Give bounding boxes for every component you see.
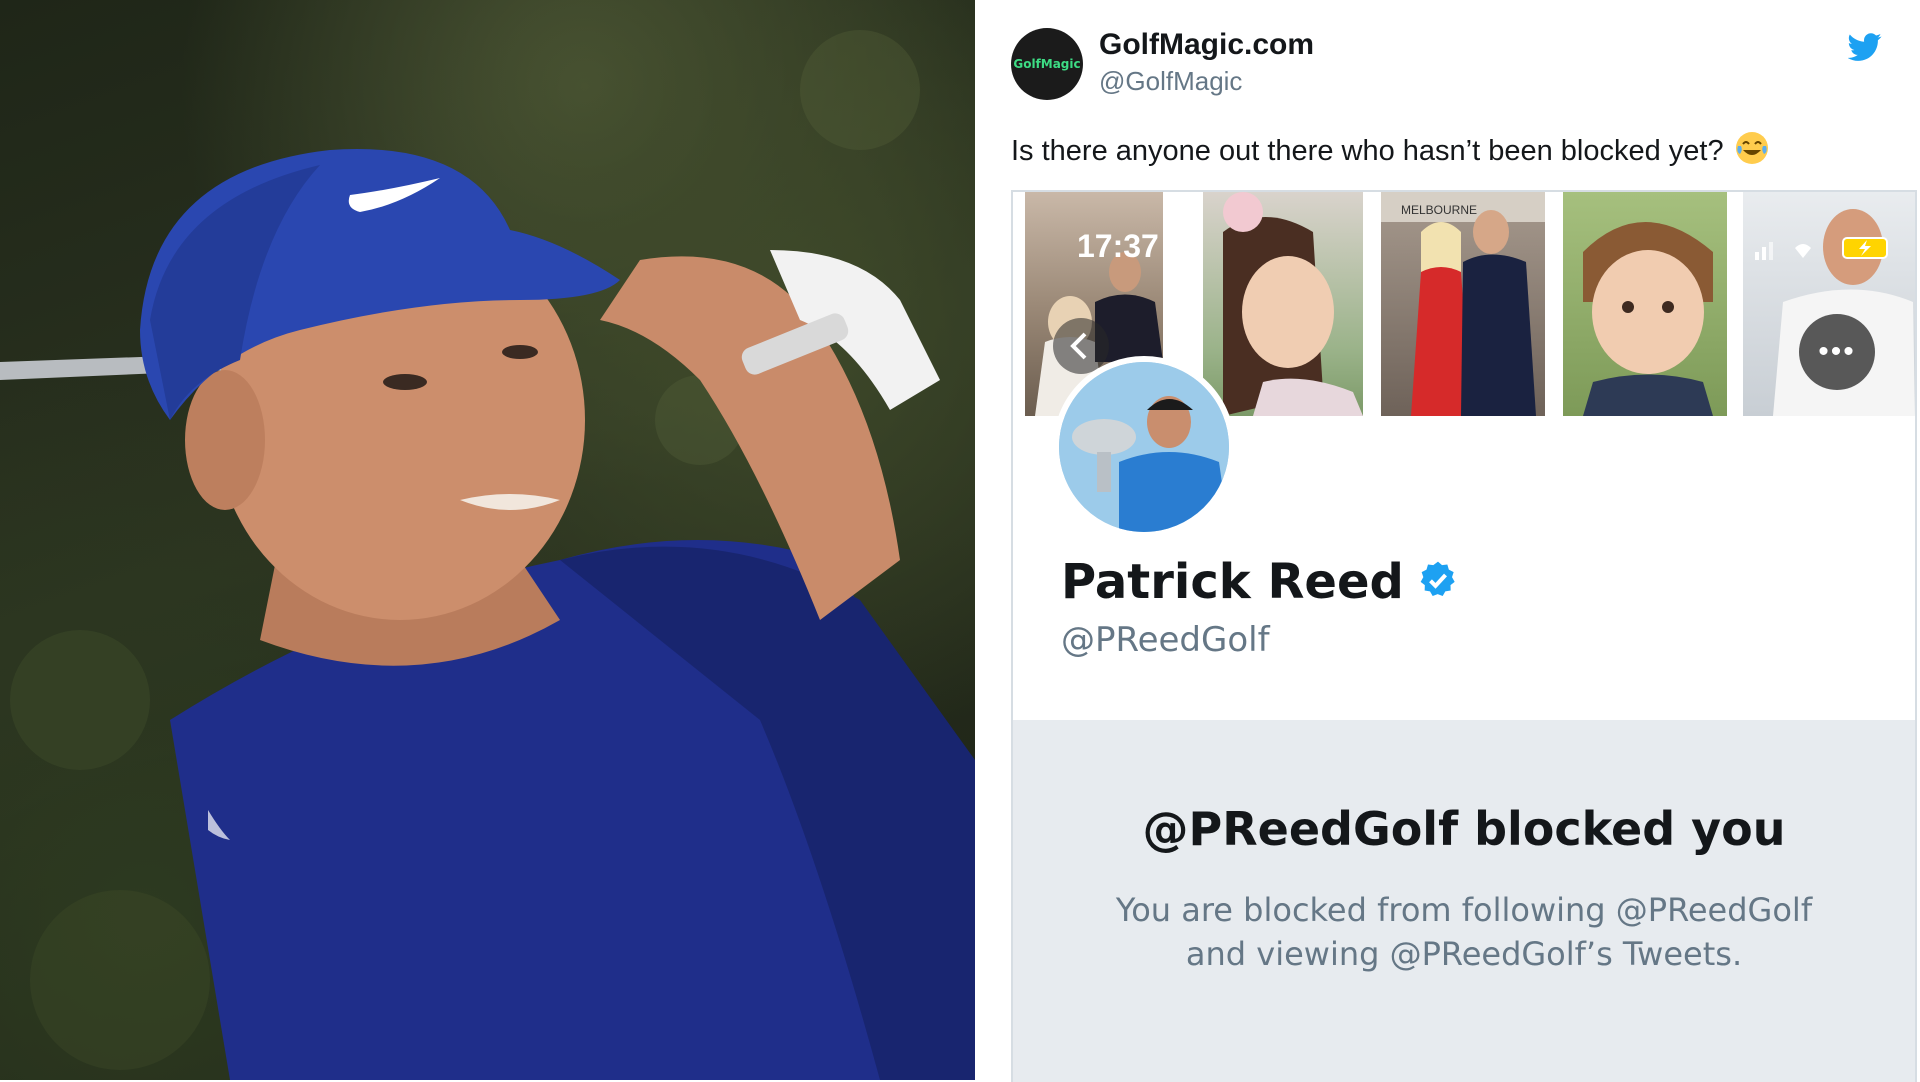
status-bar-time: 17:37	[1077, 228, 1159, 264]
blocked-title: @PReedGolf blocked you	[1142, 802, 1786, 856]
author-name[interactable]: GolfMagic.com	[1099, 28, 1314, 62]
header-photo-3-art: MELBOURNE	[1381, 192, 1545, 416]
header-photo-4-art	[1583, 222, 1713, 416]
blocked-description-line-1: You are blocked from following @PReedGol…	[1115, 891, 1813, 929]
profile-avatar[interactable]	[1053, 356, 1235, 538]
profile-handle: @PReedGolf	[1061, 620, 1270, 660]
status-bar-icons	[1755, 237, 1888, 260]
embedded-profile-screenshot: MELBOURNE 17:37 ••• Patrick Reed @PReedG…	[1011, 190, 1917, 1082]
profile-name: Patrick Reed	[1061, 554, 1404, 610]
verified-badge-icon	[1420, 561, 1455, 596]
tears-of-joy-emoji-icon	[1735, 132, 1768, 164]
header-photo-3: MELBOURNE	[1381, 192, 1545, 416]
tweet-text: Is there anyone out there who hasn’t bee…	[1011, 130, 1770, 168]
author-avatar[interactable]: GolfMagic	[1011, 28, 1083, 100]
twitter-bird-icon[interactable]	[1848, 30, 1882, 64]
header-photo-2-art	[1223, 192, 1363, 416]
melbourne-sign-text: MELBOURNE	[1401, 203, 1477, 217]
more-options-button[interactable]: •••	[1799, 314, 1875, 390]
tweet-text-body: Is there anyone out there who hasn’t bee…	[1011, 135, 1724, 167]
blocked-description: You are blocked from following @PReedGol…	[1073, 888, 1855, 976]
author-handle[interactable]: @GolfMagic	[1099, 66, 1242, 97]
profile-avatar-art	[1059, 362, 1229, 532]
blocked-notice: @PReedGolf blocked you You are blocked f…	[1013, 720, 1915, 1082]
author-avatar-logo-text: GolfMagic	[1013, 57, 1081, 71]
golfer-illustration	[0, 30, 975, 1080]
header-photo-4	[1563, 192, 1727, 416]
header-photo-2	[1203, 192, 1363, 416]
blocked-description-line-2: and viewing @PReedGolf’s Tweets.	[1185, 935, 1743, 973]
golfer-photo	[0, 0, 975, 1080]
tweet-card: GolfMagic GolfMagic.com @GolfMagic Is th…	[975, 0, 1920, 1082]
more-dots-icon: •••	[1818, 335, 1856, 368]
